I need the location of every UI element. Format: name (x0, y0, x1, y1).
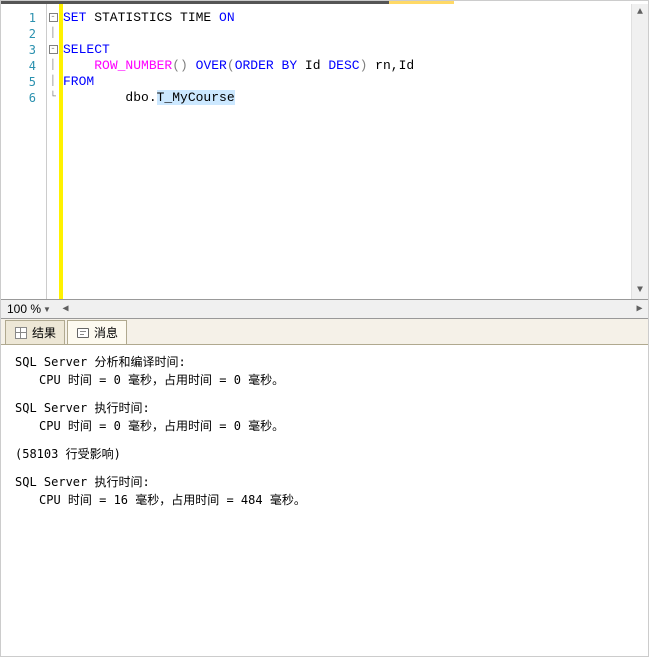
fold-column: - │ - │ │ └ (47, 4, 59, 299)
alias-tail: rn,Id (367, 58, 414, 73)
msg-parse-header: SQL Server 分析和编译时间: (15, 353, 634, 371)
msg-exec2-header: SQL Server 执行时间: (15, 473, 634, 491)
line-number: 1 (1, 10, 46, 26)
kw-desc: DESC (328, 58, 359, 73)
results-tabs: 结果 消息 (1, 319, 648, 345)
message-icon (76, 326, 90, 340)
paren-open: ( (227, 58, 235, 73)
tab-results[interactable]: 结果 (5, 320, 65, 344)
messages-pane[interactable]: SQL Server 分析和编译时间: CPU 时间 = 0 毫秒，占用时间 =… (1, 345, 648, 656)
kw-by: BY (282, 58, 298, 73)
kw-on: ON (219, 10, 235, 25)
kw-from: FROM (63, 74, 94, 89)
schema-prefix: dbo. (63, 90, 157, 105)
chevron-down-icon: ▼ (43, 305, 51, 314)
scroll-left-icon[interactable]: ◀ (57, 301, 74, 318)
fold-toggle-icon[interactable]: - (49, 45, 58, 54)
line-number: 5 (1, 74, 46, 90)
zoom-dropdown[interactable]: 100 % ▼ (1, 302, 57, 316)
sql-editor[interactable]: 1 2 3 4 5 6 - │ - │ │ └ SET STATISTICS T… (1, 4, 648, 300)
kw-order: ORDER (235, 58, 274, 73)
scroll-up-icon[interactable]: ▲ (632, 4, 648, 21)
tab-messages-label: 消息 (94, 324, 118, 341)
msg-rows-affected: (58103 行受影响) (15, 445, 634, 463)
scroll-down-icon[interactable]: ▼ (632, 282, 648, 299)
txt-stats: STATISTICS TIME (86, 10, 219, 25)
paren: () (172, 58, 188, 73)
kw-set: SET (63, 10, 86, 25)
msg-exec1-line: CPU 时间 = 0 毫秒，占用时间 = 0 毫秒。 (15, 417, 634, 435)
line-number: 3 (1, 42, 46, 58)
fold-toggle-icon[interactable]: - (49, 13, 58, 22)
code-area[interactable]: SET STATISTICS TIME ON SELECT ROW_NUMBER… (63, 4, 631, 299)
line-number: 2 (1, 26, 46, 42)
line-number-gutter: 1 2 3 4 5 6 (1, 4, 47, 299)
col-id: Id (297, 58, 328, 73)
line-number: 4 (1, 58, 46, 74)
line-number: 6 (1, 90, 46, 106)
msg-exec2-line: CPU 时间 = 16 毫秒，占用时间 = 484 毫秒。 (15, 491, 634, 509)
tab-messages[interactable]: 消息 (67, 320, 127, 344)
kw-over: OVER (196, 58, 227, 73)
selected-table: T_MyCourse (157, 90, 235, 105)
kw-select: SELECT (63, 42, 110, 57)
vertical-scrollbar[interactable]: ▲ ▼ (631, 4, 648, 299)
editor-footer: 100 % ▼ ◀ ▶ (1, 300, 648, 319)
scroll-right-icon[interactable]: ▶ (631, 301, 648, 318)
tab-results-label: 结果 (32, 324, 56, 341)
grid-icon (14, 326, 28, 340)
fn-rownumber: ROW_NUMBER (94, 58, 172, 73)
msg-parse-line: CPU 时间 = 0 毫秒，占用时间 = 0 毫秒。 (15, 371, 634, 389)
zoom-value: 100 % (7, 302, 41, 316)
msg-exec1-header: SQL Server 执行时间: (15, 399, 634, 417)
horizontal-scrollbar[interactable]: ◀ ▶ (57, 301, 648, 318)
